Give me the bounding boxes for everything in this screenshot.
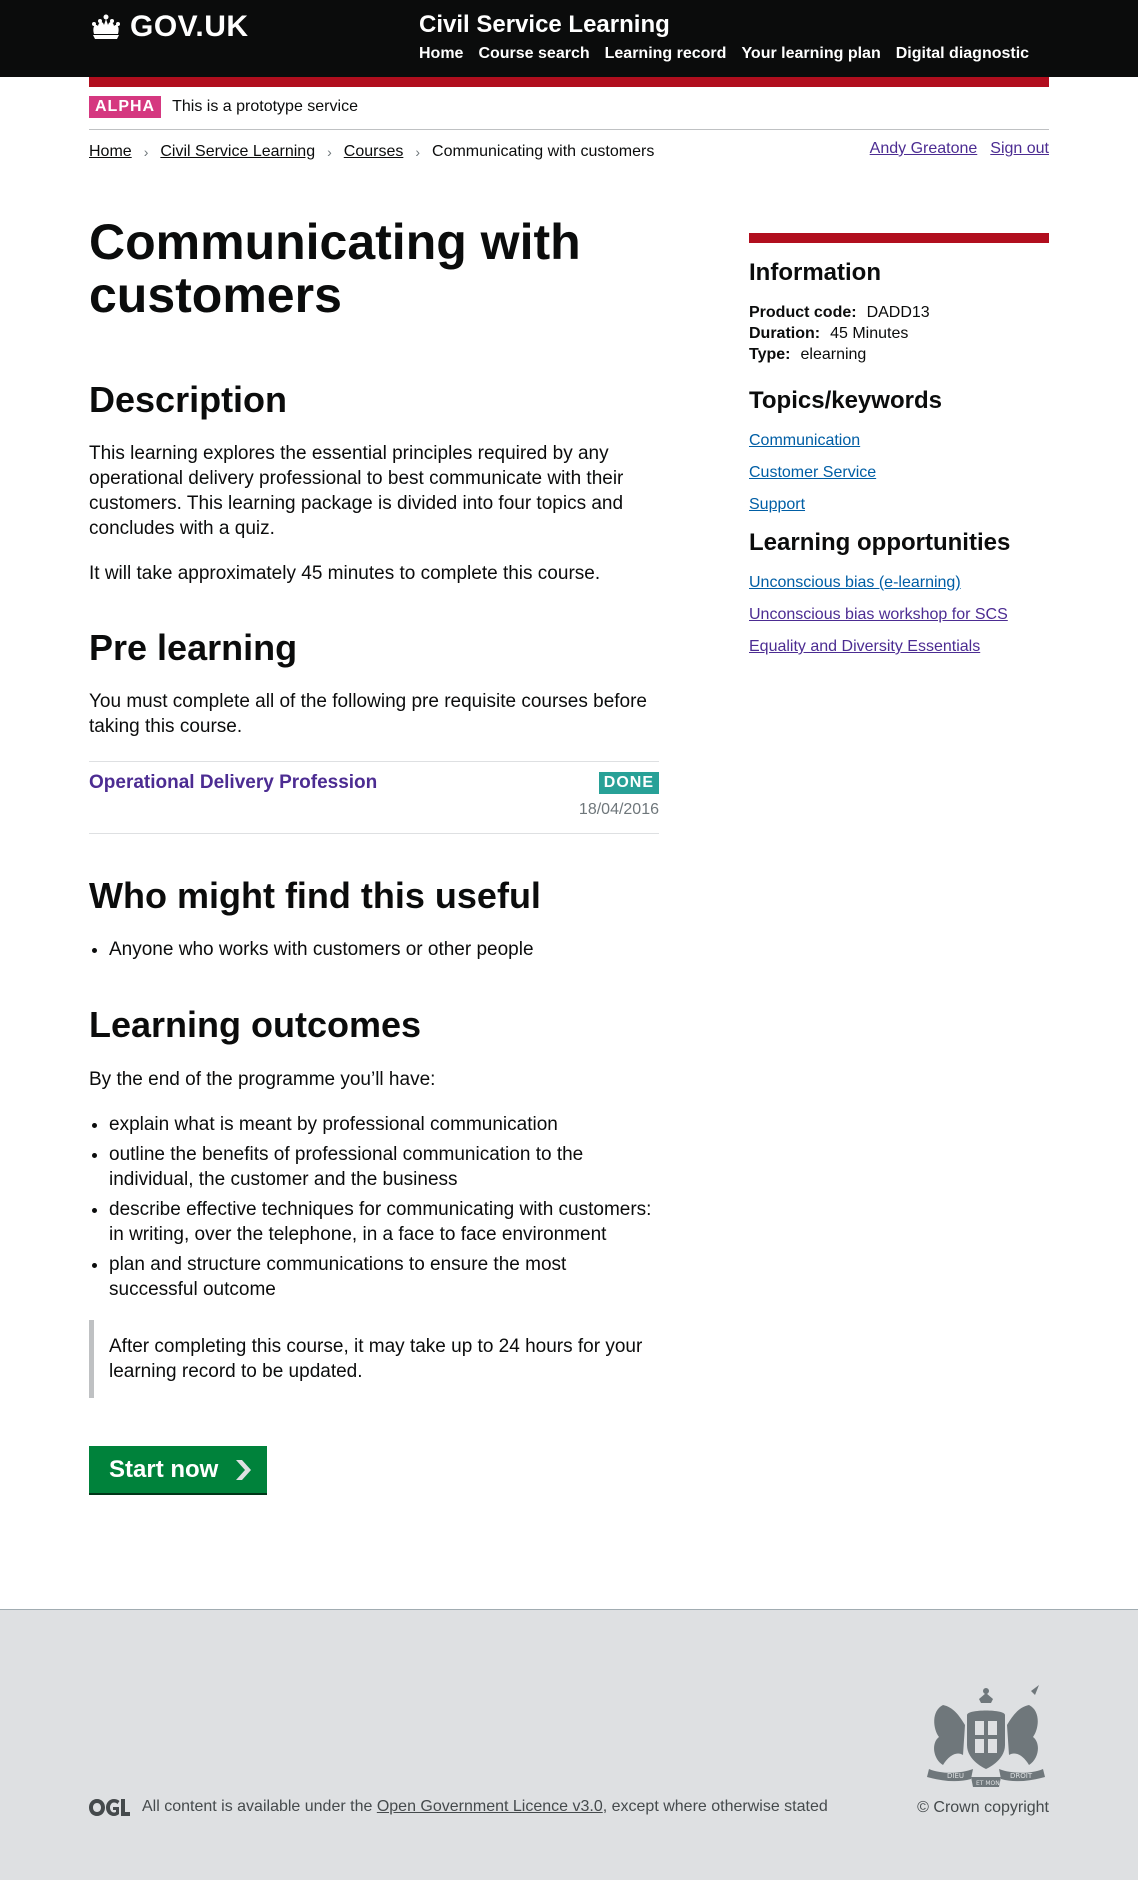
status-badge: DONE [598, 772, 659, 794]
info-value: DADD13 [866, 304, 930, 321]
pre-learning-section: Pre learning You must complete all of th… [89, 628, 659, 739]
breadcrumb-home[interactable]: Home [89, 143, 132, 161]
list-item: Anyone who works with customers or other… [109, 937, 659, 962]
phase-tag: ALPHA [89, 96, 162, 118]
outcomes-intro: By the end of the programme you’ll have: [89, 1069, 436, 1090]
ogl-logo-icon [89, 1798, 130, 1816]
pre-learning-text: You must complete all of the following p… [89, 691, 647, 737]
royal-coat-of-arms-icon: DIEU DROIT ET MON [927, 1685, 1045, 1787]
nav-home[interactable]: Home [419, 45, 463, 63]
topic-link-communication[interactable]: Communication [749, 431, 1049, 451]
site-header: GOV.UK Civil Service Learning Home Cours… [0, 0, 1138, 77]
govuk-logo-link[interactable]: GOV.UK [89, 10, 249, 44]
completion-date: 18/04/2016 [578, 801, 659, 818]
pre-learning-heading: Pre learning [89, 627, 298, 668]
site-footer: DIEU DROIT ET MON All content is availab… [0, 1609, 1138, 1880]
crown-copyright-link[interactable]: © Crown copyright [917, 1799, 1049, 1817]
info-value: 45 Minutes [830, 325, 909, 342]
course-sidebar: Information Product code: DADD13 Duration… [749, 233, 1049, 669]
outcomes-list: explain what is meant by professional co… [89, 1112, 659, 1302]
service-name[interactable]: Civil Service Learning [419, 11, 670, 39]
account-links: Andy Greatone Sign out [870, 140, 1049, 158]
who-section: Who might find this useful Anyone who wo… [89, 876, 659, 967]
record-update-notice: After completing this course, it may tak… [89, 1320, 659, 1398]
information-heading: Information [749, 259, 881, 286]
licence-prefix: All content is available under the [142, 1798, 373, 1815]
nav-learning-plan[interactable]: Your learning plan [741, 45, 880, 63]
info-list: Product code: DADD13 Duration: 45 Minutes … [749, 302, 1049, 365]
breadcrumb-courses[interactable]: Courses [344, 143, 404, 161]
list-item: outline the benefits of professional com… [109, 1142, 659, 1192]
opportunities-heading: Learning opportunities [749, 529, 1011, 556]
crest-motto-left: DIEU [947, 1772, 964, 1780]
licence-suffix: , except where otherwise stated [602, 1798, 828, 1815]
description-text: This learning explores the essential pri… [89, 443, 624, 539]
crest-motto-right: DROIT [1010, 1772, 1033, 1780]
description-section: Description This learning explores the e… [89, 380, 659, 586]
logo-text: GOV.UK [130, 10, 249, 43]
breadcrumb: Home › Civil Service Learning › Courses … [89, 143, 654, 161]
course-title-section: Communicating with customers [89, 216, 659, 322]
info-label: Type: [749, 346, 791, 363]
main-nav: Home Course search Learning record Your … [419, 45, 1029, 63]
nav-course-search[interactable]: Course search [478, 45, 589, 63]
info-label: Product code: [749, 304, 857, 321]
outcomes-heading: Learning outcomes [89, 1004, 422, 1045]
info-value: elearning [800, 346, 867, 363]
description-heading: Description [89, 379, 288, 420]
who-list: Anyone who works with customers or other… [89, 937, 659, 962]
breadcrumb-civil-service-learning[interactable]: Civil Service Learning [160, 143, 315, 161]
user-name-link[interactable]: Andy Greatone [870, 140, 978, 158]
prerequisite-item: Operational Delivery Profession DONE 18/… [89, 761, 659, 834]
topic-link-customer-service[interactable]: Customer Service [749, 463, 1049, 483]
topic-link-support[interactable]: Support [749, 495, 1049, 515]
licence-statement: All content is available under the Open … [89, 1798, 828, 1816]
page-title: Communicating with customers [89, 214, 581, 323]
info-product-code: Product code: DADD13 [749, 302, 1049, 323]
duration-text: It will take approximately 45 minutes to… [89, 563, 601, 584]
start-button-label: Start now [109, 1455, 219, 1483]
chevron-right-icon: › [327, 144, 332, 160]
chevron-right-icon: › [415, 144, 421, 160]
header-accent-bar [89, 77, 1049, 87]
crest-motto-center: ET MON [976, 1780, 1000, 1787]
info-duration: Duration: 45 Minutes [749, 323, 1049, 344]
nav-digital-diagnostic[interactable]: Digital diagnostic [896, 45, 1029, 63]
nav-learning-record[interactable]: Learning record [605, 45, 727, 63]
list-item: plan and structure communications to ens… [109, 1252, 659, 1302]
who-heading: Who might find this useful [89, 875, 541, 916]
opportunity-link-unconscious-bias[interactable]: Unconscious bias (e-learning) [749, 573, 1049, 593]
phase-text: This is a prototype service [172, 98, 358, 115]
info-type: Type: elearning [749, 344, 1049, 365]
info-label: Duration: [749, 325, 821, 342]
arrow-right-icon [236, 1459, 252, 1480]
opportunity-link-equality-diversity[interactable]: Equality and Diversity Essentials [749, 637, 1049, 657]
crown-icon [92, 14, 120, 39]
opportunity-link-bias-workshop[interactable]: Unconscious bias workshop for SCS [749, 605, 1049, 625]
sign-out-link[interactable]: Sign out [990, 140, 1049, 158]
opportunities-list: Unconscious bias (e-learning) Unconsciou… [749, 573, 1049, 657]
topics-list: Communication Customer Service Support [749, 431, 1049, 515]
inset-text: After completing this course, it may tak… [109, 1336, 643, 1382]
breadcrumb-current: Communicating with customers [432, 143, 655, 160]
sidebar-accent-bar [749, 233, 1049, 243]
list-item: explain what is meant by professional co… [109, 1112, 659, 1137]
prerequisite-link[interactable]: Operational Delivery Profession [89, 772, 377, 794]
licence-link[interactable]: Open Government Licence v3.0 [377, 1798, 603, 1816]
outcomes-section: Learning outcomes By the end of the prog… [89, 1005, 659, 1307]
chevron-right-icon: › [143, 144, 149, 160]
topics-heading: Topics/keywords [749, 387, 942, 414]
phase-banner: ALPHA This is a prototype service [89, 96, 1049, 130]
list-item: describe effective techniques for commun… [109, 1197, 659, 1247]
start-now-button[interactable]: Start now [89, 1446, 267, 1493]
